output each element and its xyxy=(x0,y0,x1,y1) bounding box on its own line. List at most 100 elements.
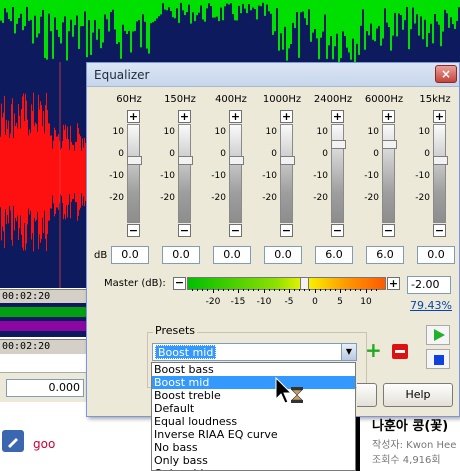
preset-option[interactable]: Inverse RIAA EQ curve xyxy=(152,428,355,441)
preset-option[interactable]: Boost mid xyxy=(152,376,355,389)
band-slider[interactable] xyxy=(229,124,244,223)
scale-label: -10 xyxy=(211,171,226,181)
master-value-field[interactable]: -2.00 xyxy=(407,276,451,294)
pen-icon[interactable] xyxy=(2,430,24,452)
band-slider[interactable] xyxy=(280,124,295,223)
band-value-field[interactable]: 6.0 xyxy=(366,246,404,264)
blog-title[interactable]: 나훈아 콩(꽃) xyxy=(372,415,448,434)
preset-option[interactable]: No bass xyxy=(152,441,355,454)
master-decrease-button[interactable]: − xyxy=(173,277,186,290)
band-slider-thumb[interactable] xyxy=(280,156,295,165)
band-scale: 10 0 -10 -20 xyxy=(256,124,278,223)
band-increase-button[interactable]: + xyxy=(331,110,344,123)
master-tick xyxy=(223,289,224,291)
waveform-track-mini[interactable] xyxy=(0,303,92,337)
band-slider-thumb[interactable] xyxy=(433,156,448,165)
close-button[interactable]: × xyxy=(435,65,457,83)
master-tick-label: -10 xyxy=(256,297,272,307)
band-decrease-button[interactable]: − xyxy=(433,224,446,237)
band-value-field[interactable]: 0.0 xyxy=(162,246,200,264)
band-decrease-button[interactable]: − xyxy=(127,224,140,237)
band-decrease-button[interactable]: − xyxy=(382,224,395,237)
scale-label: -20 xyxy=(211,193,226,203)
stop-icon xyxy=(434,355,444,365)
help-button[interactable]: Help xyxy=(383,383,453,407)
band-decrease-button[interactable]: − xyxy=(229,224,242,237)
master-tick xyxy=(350,289,351,291)
band-decrease-button[interactable]: − xyxy=(280,224,293,237)
preset-option[interactable]: Boost treble xyxy=(152,389,355,402)
band-increase-button[interactable]: + xyxy=(178,110,191,123)
position-field[interactable]: 0.000 xyxy=(6,379,84,397)
master-tick xyxy=(207,289,208,291)
band-increase-button[interactable]: + xyxy=(382,110,395,123)
waveform-red xyxy=(0,62,92,288)
band-decrease-button[interactable]: − xyxy=(331,224,344,237)
web-link-text[interactable]: goo xyxy=(33,437,55,451)
band-slider-thumb[interactable] xyxy=(382,140,397,149)
master-tick xyxy=(197,289,198,291)
band-slider-thumb[interactable] xyxy=(178,156,193,165)
presets-dropdown[interactable]: Boost mid ▼ xyxy=(152,343,357,361)
band-slider[interactable] xyxy=(382,124,397,223)
editor-status-bar: 0.000 xyxy=(0,372,92,402)
preset-option[interactable]: Boost bass xyxy=(152,363,355,376)
band-slider[interactable] xyxy=(433,124,448,223)
master-tick xyxy=(192,289,193,291)
band-freq-label: 60Hz xyxy=(116,94,142,105)
remove-preset-button[interactable] xyxy=(392,344,408,359)
band-slider[interactable] xyxy=(178,124,193,223)
waveform-track-green[interactable] xyxy=(0,0,460,62)
preset-option[interactable]: Default xyxy=(152,402,355,415)
stop-button[interactable] xyxy=(426,349,450,369)
band-increase-button[interactable]: + xyxy=(280,110,293,123)
scale-label: -20 xyxy=(313,193,328,203)
scale-label: 0 xyxy=(322,149,328,159)
band-value-field[interactable]: 6.0 xyxy=(315,246,353,264)
chevron-down-icon[interactable]: ▼ xyxy=(341,344,356,360)
presets-selected-value: Boost mid xyxy=(155,345,217,359)
preset-option[interactable]: Equal loudness xyxy=(152,415,355,428)
band-freq-label: 6000Hz xyxy=(364,94,404,105)
add-preset-button[interactable]: + xyxy=(365,340,382,360)
scale-label: -10 xyxy=(313,171,328,181)
band-value-field[interactable]: 0.0 xyxy=(213,246,251,264)
master-tick xyxy=(335,289,336,291)
waveform-track-red[interactable] xyxy=(0,62,92,288)
preset-option[interactable]: Only mid xyxy=(152,467,355,470)
master-tick xyxy=(345,289,346,291)
band-increase-button[interactable]: + xyxy=(229,110,242,123)
master-tick xyxy=(264,289,265,293)
band-slider[interactable] xyxy=(331,124,346,223)
master-percent-link[interactable]: 79.43% xyxy=(410,299,452,312)
waveform-green xyxy=(0,0,460,62)
band-slider[interactable] xyxy=(127,124,142,223)
preset-option[interactable]: Only bass xyxy=(152,454,355,467)
scale-label: -20 xyxy=(415,193,430,203)
scale-label: -20 xyxy=(109,193,124,203)
equalizer-titlebar[interactable]: Equalizer × xyxy=(87,63,459,87)
master-increase-button[interactable]: + xyxy=(387,277,400,290)
master-tick xyxy=(371,289,372,291)
eq-band-2400hz: 2400Hz +10 0 -10 -20 − 6.0 xyxy=(307,94,359,266)
ok-button[interactable] xyxy=(357,383,377,407)
band-value-field[interactable]: 0.0 xyxy=(417,246,455,264)
master-tick xyxy=(218,289,219,291)
band-slider-thumb[interactable] xyxy=(229,156,244,165)
master-tick xyxy=(213,289,214,293)
band-slider-thumb[interactable] xyxy=(331,140,346,149)
eq-band-400hz: 400Hz +10 0 -10 -20 − 0.0 xyxy=(205,94,257,266)
waveform-mini xyxy=(0,307,92,331)
band-decrease-button[interactable]: − xyxy=(178,224,191,237)
band-value-field[interactable]: 0.0 xyxy=(111,246,149,264)
band-slider-thumb[interactable] xyxy=(127,156,142,165)
band-value-field[interactable]: 0.0 xyxy=(264,246,302,264)
play-button[interactable] xyxy=(426,325,450,345)
eq-band-150hz: 150Hz +10 0 -10 -20 − 0.0 xyxy=(154,94,206,266)
band-freq-label: 2400Hz xyxy=(313,94,353,105)
band-increase-button[interactable]: + xyxy=(127,110,140,123)
plus-icon: + xyxy=(365,338,382,362)
band-increase-button[interactable]: + xyxy=(433,110,446,123)
master-tick xyxy=(274,289,275,291)
band-scale: 10 0 -10 -20 xyxy=(103,124,125,223)
